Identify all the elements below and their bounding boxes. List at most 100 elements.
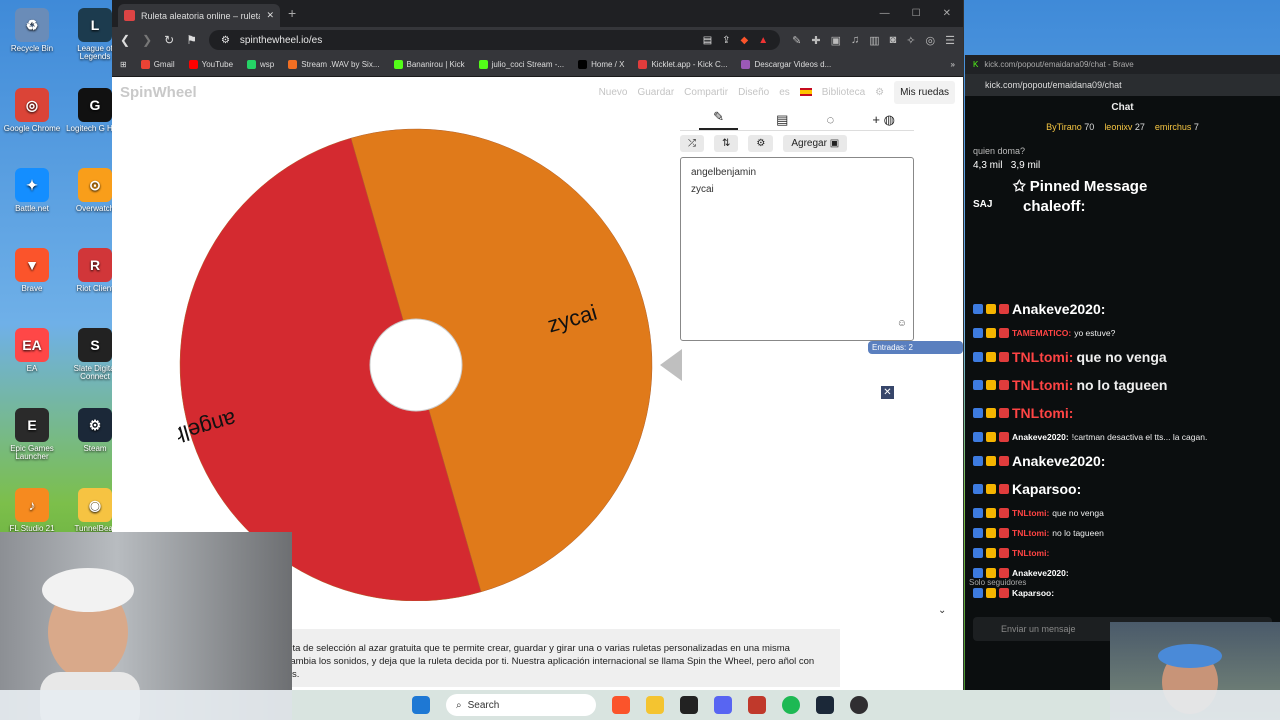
reader-icon[interactable]: ▤	[703, 35, 712, 46]
bookmark-item[interactable]: Stream .WAV by Six...	[288, 60, 380, 69]
scroll-down-icon[interactable]: ⌄	[938, 605, 946, 616]
share-icon[interactable]: ⇪	[722, 35, 730, 46]
desktop-icon[interactable]: ◎ Google Chrome	[2, 88, 62, 133]
chat-username[interactable]: Anakeve2020:	[1012, 301, 1105, 317]
leo-icon[interactable]: ✧	[906, 34, 915, 47]
gifter-item[interactable]: emirchus 7	[1155, 122, 1199, 132]
puzzle-icon[interactable]: ✚	[811, 34, 820, 47]
chat-username[interactable]: Anakeve2020:	[1012, 568, 1069, 578]
shuffle-icon[interactable]: ⤮	[680, 135, 704, 152]
brave-shield-icon[interactable]: ◆	[741, 35, 749, 46]
chat-username[interactable]: TAMEMATICO:	[1012, 328, 1071, 338]
voicemod-icon[interactable]	[748, 696, 766, 714]
nav-share[interactable]: Compartir	[684, 87, 728, 98]
gifter-item[interactable]: ByTirano 70	[1046, 122, 1094, 132]
discord-icon[interactable]	[714, 696, 732, 714]
edit-pencil-icon[interactable]: ✎	[699, 109, 738, 130]
music-icon[interactable]: ♫	[851, 34, 859, 47]
chat-username[interactable]: TNLtomi:	[1012, 405, 1073, 421]
minimize-icon[interactable]: —	[880, 8, 890, 19]
screenshot-icon[interactable]: ▣	[831, 34, 841, 47]
folder-icon[interactable]	[646, 696, 664, 714]
chat-message[interactable]: TNLtomi: que no venga	[973, 343, 1272, 371]
chat-username[interactable]: Anakeve2020:	[1012, 453, 1105, 469]
bookmark-item[interactable]: wsp	[247, 60, 274, 69]
chat-message[interactable]: Anakeve2020: !cartman desactiva el tts..…	[973, 427, 1272, 447]
add-image-button[interactable]: Agregar ▣	[783, 135, 848, 152]
steam-taskbar-icon[interactable]	[816, 696, 834, 714]
chat-username[interactable]: TNLtomi:	[1012, 548, 1049, 558]
nav-library[interactable]: Biblioteca	[822, 87, 865, 98]
nav-language[interactable]: es	[779, 87, 790, 98]
back-icon[interactable]: ❮	[120, 33, 130, 47]
chat-username[interactable]: TNLtomi:	[1012, 377, 1073, 393]
chat-username[interactable]: Kaparsoo:	[1012, 481, 1081, 497]
chat-message[interactable]: Anakeve2020:	[973, 447, 1272, 475]
bookmark-item[interactable]: Gmail	[140, 60, 175, 69]
windows-start-icon[interactable]	[412, 696, 430, 714]
chat-message[interactable]: TNLtomi: que no venga	[973, 503, 1272, 523]
hide-icon[interactable]: ◌	[827, 112, 835, 127]
entry-settings-icon[interactable]: ⚙	[748, 135, 774, 152]
settings-icon[interactable]: ⚙	[875, 87, 884, 98]
reload-icon[interactable]: ↻	[164, 33, 174, 47]
site-info-icon[interactable]: ⚙	[221, 35, 230, 46]
obs-icon[interactable]	[850, 696, 868, 714]
close-tab-icon[interactable]: ✕	[266, 10, 274, 21]
chat-message[interactable]: TNLtomi: no lo tagueen	[973, 371, 1272, 399]
chat-username[interactable]: Kaparsoo:	[1012, 588, 1054, 598]
more-bookmarks-icon[interactable]: »	[951, 60, 955, 69]
bookmark-item[interactable]: Descargar Videos d...	[741, 60, 831, 69]
sort-icon[interactable]: ⇅	[714, 135, 739, 152]
epic-taskbar-icon[interactable]	[680, 696, 698, 714]
bookmark-item[interactable]: YouTube	[188, 60, 233, 69]
desktop-icon[interactable]: EA EA	[2, 328, 62, 373]
menu-icon[interactable]: ☰	[945, 34, 955, 47]
bookmark-item[interactable]: Home / X	[578, 60, 624, 69]
wheel-center[interactable]	[369, 318, 463, 412]
address-bar[interactable]: ⚙ spinthewheel.io/es ▤ ⇪ ◆ ▲	[208, 30, 781, 50]
new-tab-icon[interactable]: +	[288, 5, 296, 27]
apps-icon[interactable]: ⊞	[120, 60, 127, 69]
desktop-icon[interactable]: E Epic Games Launcher	[2, 408, 62, 462]
chat-message[interactable]: Kaparsoo:	[973, 475, 1272, 503]
chat-message[interactable]: Anakeve2020:	[973, 295, 1272, 323]
desktop-icon[interactable]: ♪ FL Studio 21	[2, 488, 62, 533]
nav-design[interactable]: Diseño	[738, 87, 769, 98]
chat-username[interactable]: Anakeve2020:	[1012, 432, 1069, 442]
spin-wheel[interactable]: zycaiangelbenjamin	[178, 121, 738, 601]
sidebar-icon[interactable]: ▥	[869, 34, 879, 47]
vpn-icon[interactable]: ◎	[926, 34, 936, 47]
chat-message[interactable]: TAMEMATICO: yo estuve?	[973, 323, 1272, 343]
spotify-icon[interactable]	[782, 696, 800, 714]
close-window-icon[interactable]: ✕	[943, 8, 951, 19]
chat-message[interactable]: TNLtomi:	[973, 543, 1272, 563]
tab-active[interactable]: Ruleta aleatoria online – ruleta d ✕	[118, 4, 280, 27]
desktop-icon[interactable]: ♻ Recycle Bin	[2, 8, 62, 53]
rewards-icon[interactable]: ▲	[758, 35, 768, 46]
bookmark-item[interactable]: Bananirou | Kick	[393, 60, 465, 69]
maximize-icon[interactable]: ☐	[912, 8, 921, 19]
desktop-icon[interactable]: ▼ Brave	[2, 248, 62, 293]
emoji-icon[interactable]: ☺	[897, 315, 907, 332]
bookmark-item[interactable]: julio_coci Stream -...	[478, 60, 564, 69]
add-wheel-icon[interactable]: + ◍	[872, 112, 895, 128]
chat-message[interactable]: TNLtomi: no lo tagueen	[973, 523, 1272, 543]
results-icon[interactable]: ▤	[776, 112, 788, 128]
chat-username[interactable]: TNLtomi:	[1012, 528, 1049, 538]
close-ad-icon[interactable]: ✕	[881, 386, 894, 399]
desktop-icon[interactable]: ✦ Battle.net	[2, 168, 62, 213]
gifter-item[interactable]: leonixv 27	[1104, 122, 1145, 132]
nav-new[interactable]: Nuevo	[599, 87, 628, 98]
forward-icon[interactable]: ❯	[142, 33, 152, 47]
wallet-icon[interactable]: ◙	[890, 34, 897, 47]
bookmark-icon[interactable]: ⚑	[186, 33, 197, 47]
site-logo[interactable]: SpinWheel	[120, 84, 197, 101]
chat-username[interactable]: TNLtomi:	[1012, 508, 1049, 518]
bookmark-item[interactable]: Kicklet.app - Kick C...	[638, 60, 727, 69]
chat-message[interactable]: TNLtomi:	[973, 399, 1272, 427]
taskbar-search[interactable]: ⌕ Search	[446, 694, 596, 716]
brave-taskbar-icon[interactable]	[612, 696, 630, 714]
chat-username[interactable]: TNLtomi:	[1012, 349, 1073, 365]
entries-textarea[interactable]: angelbenjamin zycai ☺	[680, 157, 914, 341]
